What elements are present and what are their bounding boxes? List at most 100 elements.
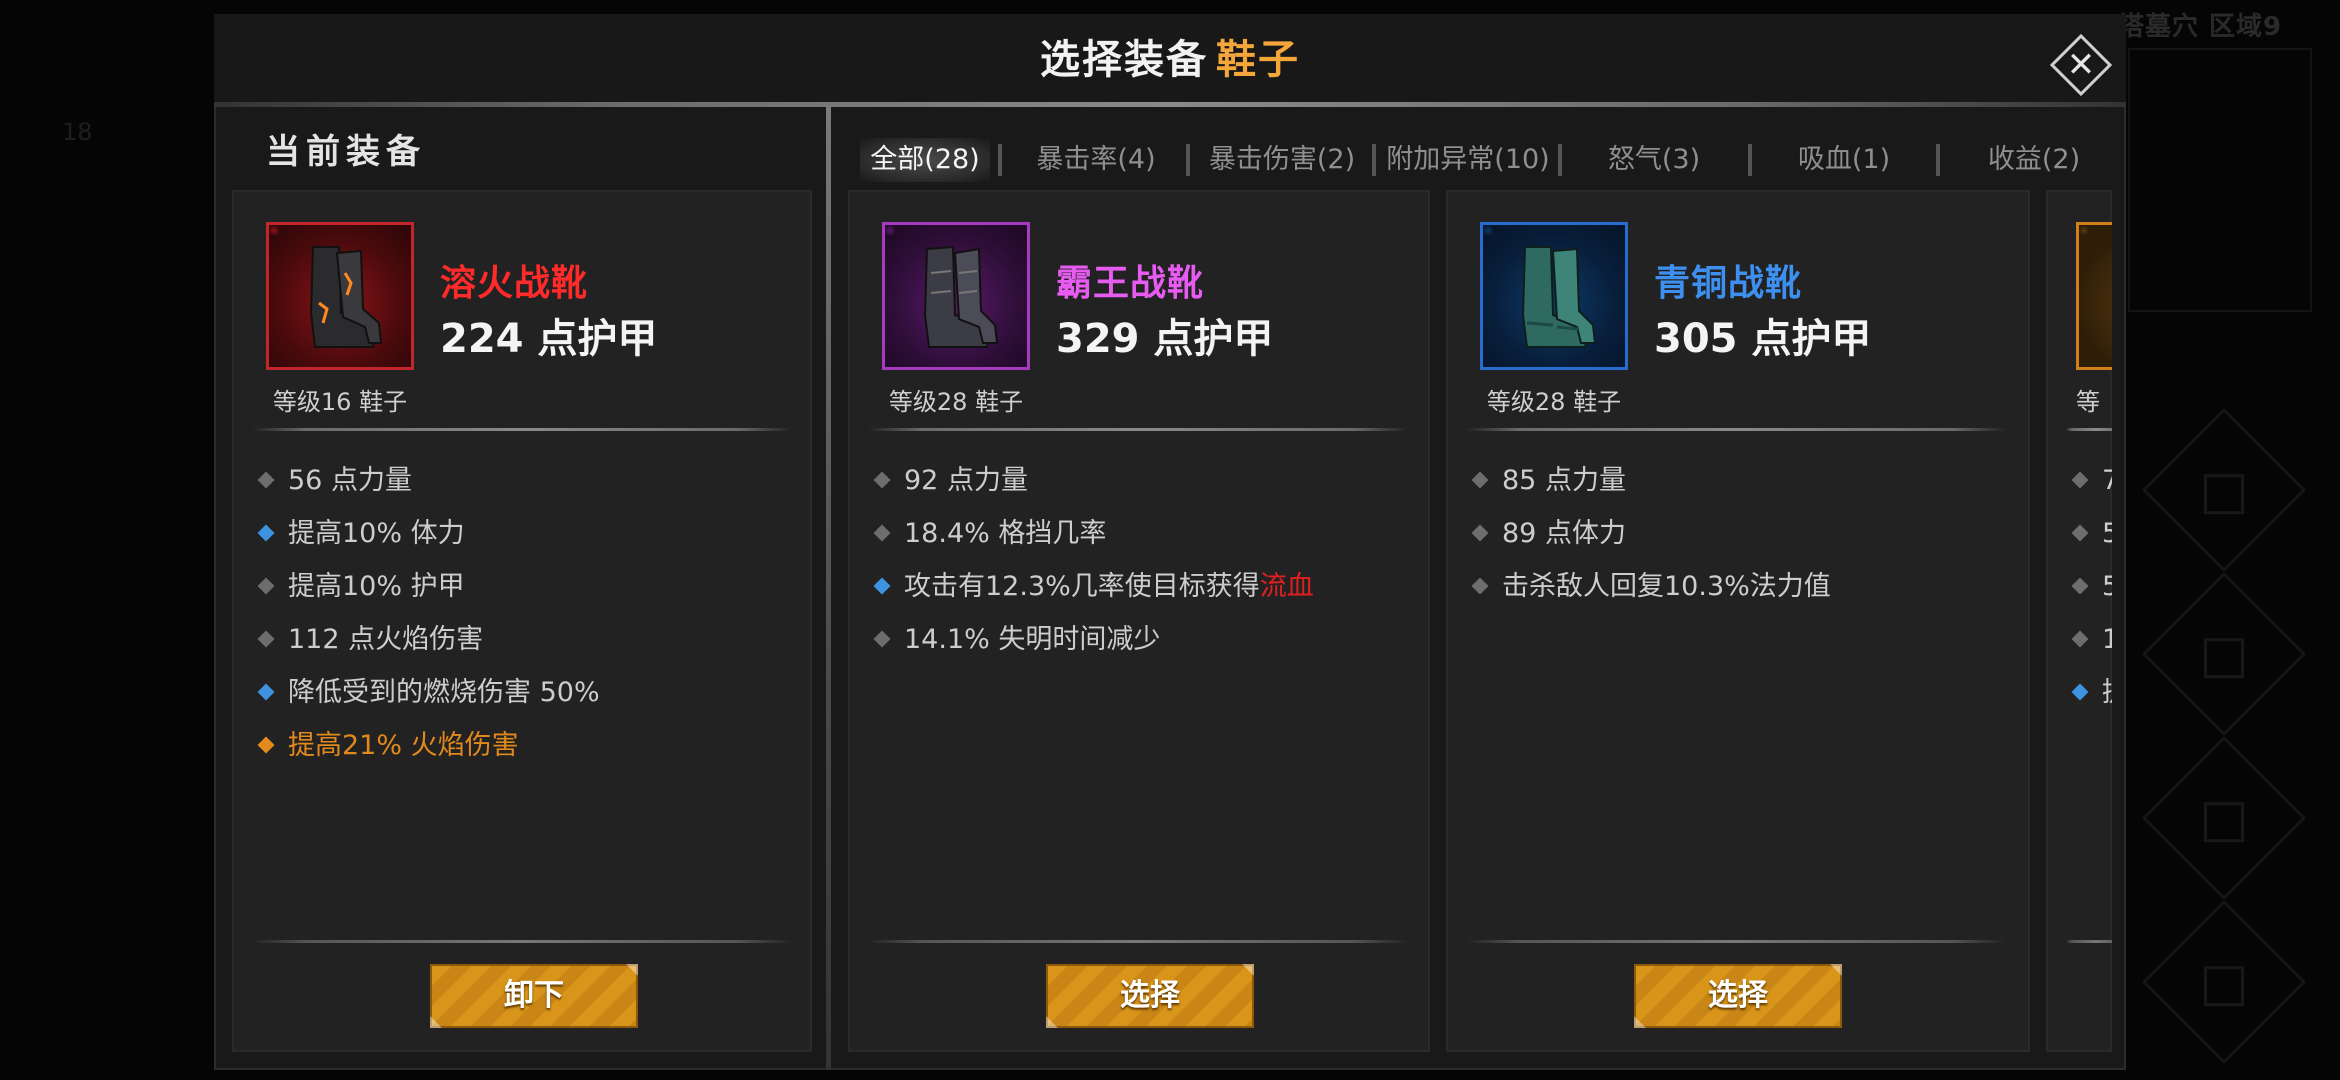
tab-divider xyxy=(1936,144,1940,176)
stat-line: 提高21% 火焰伤害 xyxy=(254,719,600,772)
gray-diamond-icon xyxy=(257,630,275,648)
card-bottom-divider xyxy=(1466,940,2006,943)
card-divider xyxy=(1466,428,2006,431)
tab-divider xyxy=(1372,144,1376,176)
blue-diamond-icon xyxy=(873,577,891,595)
item-stats: 92 点力量 18.4% 格挡几率 攻击有12.3%几率使目标获得流血 14.1… xyxy=(870,454,1314,666)
stat-line: 5 xyxy=(2068,507,2112,560)
stat-text: 提 xyxy=(2102,677,2112,708)
stat-text: 提高21% 火焰伤害 xyxy=(288,730,519,761)
gray-diamond-icon xyxy=(1471,471,1489,489)
filter-tabs: 全部(28) 暴击率(4) 暴击伤害(2) 附加异常(10) 怒气(3) 吸血(… xyxy=(844,128,2126,190)
stat-line: 1 xyxy=(2068,613,2112,666)
gray-diamond-icon xyxy=(1471,524,1489,542)
tab-crit-damage[interactable]: 暴击伤害(2) xyxy=(1192,138,1372,182)
item-icon-frame xyxy=(2076,222,2112,370)
tab-all[interactable]: 全部(28) xyxy=(860,138,990,182)
card-divider xyxy=(868,428,1408,431)
tab-divider xyxy=(998,144,1002,176)
background-menu-icon xyxy=(2141,899,2307,1065)
stat-text: 降低受到的燃烧伤害 50% xyxy=(288,677,600,708)
stat-text: 92 点力量 xyxy=(904,465,1028,496)
blue-diamond-icon xyxy=(257,683,275,701)
stat-line: 18.4% 格挡几率 xyxy=(870,507,1314,560)
item-icon-frame xyxy=(1480,222,1628,370)
stat-line: 56 点力量 xyxy=(254,454,600,507)
stat-text: 5 xyxy=(2102,571,2112,602)
item-level: 等级28 鞋子 xyxy=(1486,388,1622,416)
candidate-item-card-partial[interactable]: 等 7 5 5 1 提 xyxy=(2046,190,2112,1052)
background-potion-icon xyxy=(2141,735,2307,901)
stat-text: 击杀敌人回复10.3%法力值 xyxy=(1502,571,1831,602)
stat-text: 5 xyxy=(2102,518,2112,549)
item-level: 等级16 鞋子 xyxy=(272,388,408,416)
current-item-card: 溶火战靴 224 点护甲 等级16 鞋子 56 点力量 提高10% 体力 提高1… xyxy=(232,190,812,1052)
gray-diamond-icon xyxy=(257,471,275,489)
unequip-button[interactable]: 卸下 xyxy=(430,964,638,1028)
stat-line: 112 点火焰伤害 xyxy=(254,613,600,666)
dialog-title: 选择装备 鞋子 xyxy=(214,14,2126,106)
select-button[interactable]: 选择 xyxy=(1046,964,1254,1028)
stat-text: 85 点力量 xyxy=(1502,465,1626,496)
stat-line: 提 xyxy=(2068,666,2112,719)
card-divider xyxy=(252,428,792,431)
item-name: 霸王战靴 xyxy=(1056,263,1205,304)
tab-profit[interactable]: 收益(2) xyxy=(1944,138,2124,182)
stat-line: 5 xyxy=(2068,560,2112,613)
gray-diamond-icon xyxy=(873,630,891,648)
stat-line: 89 点体力 xyxy=(1468,507,1831,560)
item-armor: 329 点护甲 xyxy=(1056,316,1274,362)
stat-line: 92 点力量 xyxy=(870,454,1314,507)
stat-text: 18.4% 格挡几率 xyxy=(904,518,1107,549)
stat-text: 89 点体力 xyxy=(1502,518,1626,549)
background-minimap xyxy=(2128,48,2312,312)
select-button[interactable]: 选择 xyxy=(1634,964,1842,1028)
stat-line: 提高10% 护甲 xyxy=(254,560,600,613)
tab-rage[interactable]: 怒气(3) xyxy=(1564,138,1744,182)
tab-divider xyxy=(1186,144,1190,176)
stat-line: 85 点力量 xyxy=(1468,454,1831,507)
card-divider xyxy=(2066,428,2112,431)
item-stats: 85 点力量 89 点体力 击杀敌人回复10.3%法力值 xyxy=(1468,454,1831,613)
tab-extra-status[interactable]: 附加异常(10) xyxy=(1378,138,1558,182)
stat-text: 1 xyxy=(2102,624,2112,655)
gray-diamond-icon xyxy=(257,577,275,595)
background-number: 18 xyxy=(62,118,93,146)
tab-lifesteal[interactable]: 吸血(1) xyxy=(1754,138,1934,182)
candidate-item-card[interactable]: 青铜战靴 305 点护甲 等级28 鞋子 85 点力量 89 点体力 击杀敌人回… xyxy=(1446,190,2030,1052)
stat-text: 56 点力量 xyxy=(288,465,412,496)
close-button[interactable]: ✕ xyxy=(2049,33,2113,97)
close-icon: ✕ xyxy=(2066,45,2096,85)
background-inventory-icon xyxy=(2141,407,2307,573)
card-bottom-divider xyxy=(868,940,1408,943)
orange-diamond-icon xyxy=(257,736,275,754)
item-armor: 224 点护甲 xyxy=(440,316,658,362)
candidate-item-card[interactable]: 霸王战靴 329 点护甲 等级28 鞋子 92 点力量 18.4% 格挡几率 攻… xyxy=(848,190,1430,1052)
tab-divider xyxy=(1558,144,1562,176)
header-divider xyxy=(214,102,2126,107)
equipment-select-dialog: 选择装备 鞋子 ✕ 当前装备 全部(28) 暴击率(4) 暴击伤害(2) 附加异常… xyxy=(214,14,2126,1070)
stat-text: 112 点火焰伤害 xyxy=(288,624,484,655)
gray-diamond-icon xyxy=(873,471,891,489)
item-stats: 7 5 5 1 提 xyxy=(2068,454,2112,719)
gray-diamond-icon xyxy=(873,524,891,542)
blue-diamond-icon xyxy=(2071,683,2089,701)
stat-text: 攻击有12.3%几率使目标获得 xyxy=(904,571,1260,602)
stat-line: 14.1% 失明时间减少 xyxy=(870,613,1314,666)
tab-crit-rate[interactable]: 暴击率(4) xyxy=(1006,138,1186,182)
dialog-header: 选择装备 鞋子 ✕ xyxy=(214,14,2126,106)
current-equipment-label: 当前装备 xyxy=(266,132,426,172)
background-zone-label: 塔墓穴 区域9 xyxy=(2118,12,2283,42)
boot-icon xyxy=(923,245,999,348)
stat-text: 提高10% 护甲 xyxy=(288,571,465,602)
blue-diamond-icon xyxy=(257,524,275,542)
stat-text: 7 xyxy=(2102,465,2112,496)
item-armor: 305 点护甲 xyxy=(1654,316,1872,362)
stat-highlight: 流血 xyxy=(1259,571,1314,602)
stat-line: 击杀敌人回复10.3%法力值 xyxy=(1468,560,1831,613)
stat-line: 7 xyxy=(2068,454,2112,507)
tab-divider xyxy=(1748,144,1752,176)
card-bottom-divider xyxy=(2066,940,2112,943)
title-prefix: 选择装备 xyxy=(1040,37,1208,83)
background-character-icon xyxy=(2141,571,2307,737)
